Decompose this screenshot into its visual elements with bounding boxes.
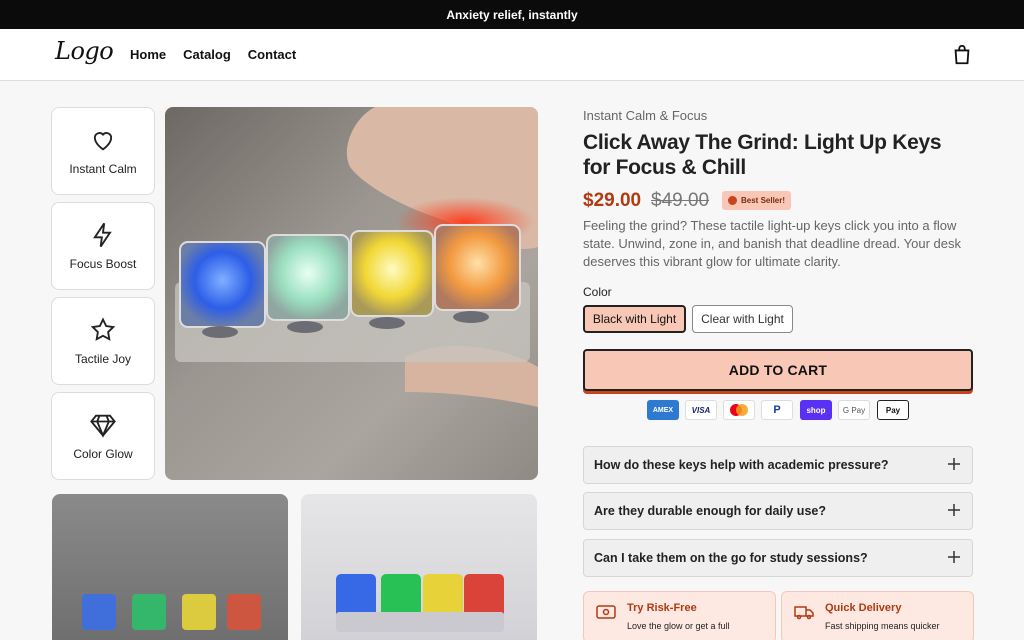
feature-tile-color-glow: Color Glow xyxy=(51,392,155,480)
google-pay-icon: G Pay xyxy=(838,400,870,420)
feature-label: Tactile Joy xyxy=(74,352,132,366)
ticket-icon xyxy=(596,605,616,619)
mastercard-icon xyxy=(723,400,755,420)
feature-tile-instant-calm: Instant Calm xyxy=(51,107,155,195)
product-price: $29.00 xyxy=(583,190,642,211)
announcement-bar: Anxiety relief, instantly xyxy=(0,0,1024,29)
faq-item[interactable]: Are they durable enough for daily use? xyxy=(583,492,973,530)
compare-at-price: $49.00 xyxy=(651,190,710,211)
product-thumbnail[interactable] xyxy=(52,494,288,640)
trust-card-quick-delivery: Quick Delivery Fast shipping means quick… xyxy=(781,591,974,640)
lightning-icon xyxy=(93,222,112,248)
amex-icon: AMEX xyxy=(647,400,679,420)
faq-item[interactable]: How do these keys help with academic pre… xyxy=(583,446,973,484)
badge-label: Best Seller! xyxy=(741,196,786,205)
faq-question: Can I take them on the go for study sess… xyxy=(594,551,868,565)
nav-link-contact[interactable]: Contact xyxy=(248,47,296,62)
site-logo[interactable]: Logo xyxy=(55,37,114,65)
shop-pay-icon: shop xyxy=(800,400,832,420)
paypal-icon: P xyxy=(761,400,793,420)
site-header: Logo Home Catalog Contact xyxy=(0,29,1024,81)
feature-label: Instant Calm xyxy=(69,162,137,176)
color-option-black-with-light[interactable]: Black with Light xyxy=(583,305,686,333)
add-to-cart-button[interactable]: ADD TO CART xyxy=(583,349,973,391)
nav-link-home[interactable]: Home xyxy=(130,47,166,62)
visa-icon: VISA xyxy=(685,400,717,420)
flame-icon xyxy=(728,196,737,205)
nav-link-catalog[interactable]: Catalog xyxy=(183,47,231,62)
best-seller-badge: Best Seller! xyxy=(722,191,792,210)
feature-tile-focus-boost: Focus Boost xyxy=(51,202,155,290)
trust-title: Quick Delivery xyxy=(825,602,902,614)
keys-photo-light xyxy=(336,574,504,632)
trust-title: Try Risk-Free xyxy=(627,602,697,614)
faq-question: Are they durable enough for daily use? xyxy=(594,504,826,518)
keys-photo-dark xyxy=(82,594,261,630)
feature-label: Color Glow xyxy=(73,447,133,461)
keys-photo xyxy=(175,107,538,407)
plus-icon xyxy=(948,458,960,470)
diamond-icon xyxy=(90,414,116,438)
heart-icon xyxy=(93,132,113,151)
product-thumbnail[interactable] xyxy=(301,494,537,640)
product-description: Feeling the grind? These tactile light-u… xyxy=(583,218,961,269)
shopping-bag-icon[interactable] xyxy=(951,44,973,66)
faq-question: How do these keys help with academic pre… xyxy=(594,458,889,472)
feature-label: Focus Boost xyxy=(69,257,137,271)
color-option-clear-with-light[interactable]: Clear with Light xyxy=(692,305,793,333)
product-kicker: Instant Calm & Focus xyxy=(583,108,708,123)
trust-text: Fast shipping means quicker xyxy=(825,621,940,631)
main-nav: Home Catalog Contact xyxy=(130,47,296,62)
faq-item[interactable]: Can I take them on the go for study sess… xyxy=(583,539,973,577)
product-title: Click Away The Grind: Light Up Keys for … xyxy=(583,131,942,179)
product-main-image[interactable] xyxy=(165,107,538,480)
trust-text: Love the glow or get a full xyxy=(627,621,730,631)
announcement-text: Anxiety relief, instantly xyxy=(446,7,578,22)
feature-tile-tactile-joy: Tactile Joy xyxy=(51,297,155,385)
color-label: Color xyxy=(583,285,612,299)
plus-icon xyxy=(948,551,960,563)
mastercard-logo xyxy=(730,404,748,416)
trust-card-risk-free: Try Risk-Free Love the glow or get a ful… xyxy=(583,591,776,640)
truck-icon xyxy=(794,606,814,620)
plus-icon xyxy=(948,504,960,516)
apple-pay-icon: Pay xyxy=(877,400,909,420)
star-icon xyxy=(90,317,116,341)
